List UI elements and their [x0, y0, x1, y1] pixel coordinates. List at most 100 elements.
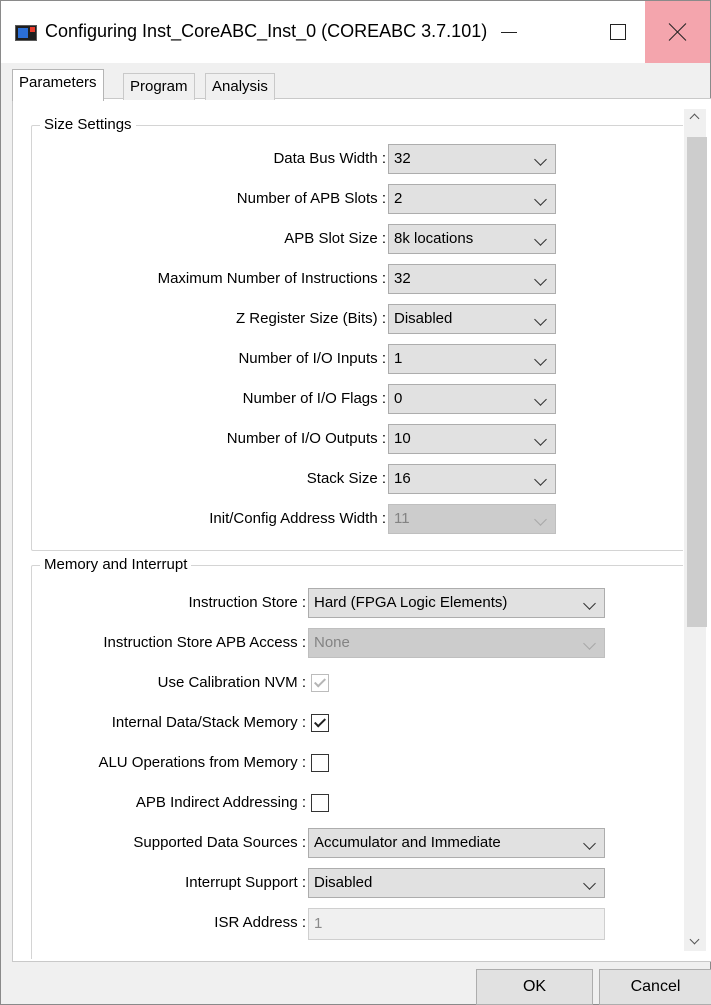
window-title: Configuring Inst_CoreABC_Inst_0 (COREABC… [45, 21, 488, 41]
maximize-button[interactable] [585, 1, 650, 63]
alu-memory-label: ALU Operations from Memory : [98, 754, 306, 771]
memory-interrupt-title: Memory and Interrupt [40, 555, 192, 575]
tab-program[interactable]: Program [123, 73, 195, 100]
max-instructions-row: Maximum Number of Instructions : [32, 264, 386, 294]
stack-size-value: 16 [394, 470, 411, 487]
instruction-store-value: Hard (FPGA Logic Elements) [314, 594, 508, 611]
chevron-down-icon [534, 153, 547, 166]
interrupt-support-select[interactable]: Disabled [308, 868, 605, 898]
apb-indirect-checkbox[interactable] [311, 794, 329, 812]
chevron-down-icon [583, 837, 596, 850]
apb-slots-label: Number of APB Slots : [236, 190, 386, 207]
io-outputs-row: Number of I/O Outputs : [32, 424, 386, 454]
data-bus-width-value: 32 [394, 150, 411, 167]
isr-address-field: 1 [308, 908, 605, 940]
instruction-store-row: Instruction Store : [32, 588, 306, 618]
dialog-window: Configuring Inst_CoreABC_Inst_0 (COREABC… [0, 0, 711, 1005]
data-sources-label: Supported Data Sources : [133, 834, 306, 851]
apb-indirect-row: APB Indirect Addressing : [32, 788, 306, 818]
init-config-row: Init/Config Address Width : [32, 504, 386, 534]
title-bar[interactable]: Configuring Inst_CoreABC_Inst_0 (COREABC… [1, 1, 710, 63]
chevron-down-icon [583, 877, 596, 890]
checkmark-icon [313, 715, 327, 728]
calibration-nvm-row: Use Calibration NVM : [32, 668, 306, 698]
size-settings-title: Size Settings [40, 115, 136, 135]
parameters-scroll-area: Size Settings Data Bus Width : 32 Number… [13, 99, 683, 959]
chevron-down-icon [534, 233, 547, 246]
minimize-icon [500, 31, 517, 33]
alu-memory-row: ALU Operations from Memory : [32, 748, 306, 778]
apb-slots-row: Number of APB Slots : [32, 184, 386, 214]
data-bus-width-label: Data Bus Width : [273, 150, 386, 167]
calibration-nvm-label: Use Calibration NVM : [157, 674, 306, 691]
max-instructions-select[interactable]: 32 [388, 264, 556, 294]
minimize-button[interactable] [476, 1, 541, 63]
chevron-down-icon [534, 393, 547, 406]
cancel-button[interactable]: Cancel [599, 969, 711, 1005]
app-icon [15, 25, 37, 41]
tab-analysis[interactable]: Analysis [205, 73, 275, 100]
data-sources-row: Supported Data Sources : [32, 828, 306, 858]
io-inputs-label: Number of I/O Inputs : [238, 350, 386, 367]
z-register-select[interactable]: Disabled [388, 304, 556, 334]
io-inputs-row: Number of I/O Inputs : [32, 344, 386, 374]
chevron-down-icon [534, 433, 547, 446]
io-flags-select[interactable]: 0 [388, 384, 556, 414]
scrollbar-thumb[interactable] [687, 137, 707, 627]
io-inputs-select[interactable]: 1 [388, 344, 556, 374]
interrupt-support-row: Interrupt Support : [32, 868, 306, 898]
instruction-store-apb-select: None [308, 628, 605, 658]
stack-size-select[interactable]: 16 [388, 464, 556, 494]
apb-slot-size-label: APB Slot Size : [284, 230, 386, 247]
apb-slots-value: 2 [394, 190, 403, 207]
alu-memory-checkbox[interactable] [311, 754, 329, 772]
instruction-store-apb-value: None [314, 634, 350, 651]
scroll-down-icon[interactable] [689, 934, 700, 945]
io-outputs-label: Number of I/O Outputs : [226, 430, 386, 447]
stack-size-row: Stack Size : [32, 464, 386, 494]
scroll-up-icon[interactable] [689, 113, 700, 124]
interrupt-support-label: Interrupt Support : [185, 874, 306, 891]
data-bus-width-select[interactable]: 32 [388, 144, 556, 174]
close-icon [668, 22, 688, 42]
max-instructions-value: 32 [394, 270, 411, 287]
apb-slot-size-select[interactable]: 8k locations [388, 224, 556, 254]
instruction-store-label: Instruction Store : [188, 594, 306, 611]
tab-parameters[interactable]: Parameters [12, 69, 104, 101]
vertical-scrollbar[interactable] [684, 109, 707, 951]
instruction-store-select[interactable]: Hard (FPGA Logic Elements) [308, 588, 605, 618]
chevron-down-icon [534, 353, 547, 366]
io-flags-label: Number of I/O Flags : [242, 390, 386, 407]
checkmark-icon [313, 675, 327, 688]
apb-slots-select[interactable]: 2 [388, 184, 556, 214]
isr-address-row: ISR Address : [32, 908, 306, 938]
isr-address-label: ISR Address : [214, 914, 306, 931]
maximize-icon [609, 24, 626, 40]
data-sources-select[interactable]: Accumulator and Immediate [308, 828, 605, 858]
size-settings-group: Size Settings Data Bus Width : 32 Number… [31, 115, 683, 551]
interrupt-support-value: Disabled [314, 874, 373, 891]
init-config-label: Init/Config Address Width : [209, 510, 386, 527]
apb-slot-size-row: APB Slot Size : [32, 224, 386, 254]
internal-data-row: Internal Data/Stack Memory : [32, 708, 306, 738]
calibration-nvm-checkbox [311, 674, 329, 692]
instruction-store-apb-label: Instruction Store APB Access : [103, 634, 306, 651]
io-outputs-select[interactable]: 10 [388, 424, 556, 454]
chevron-down-icon [534, 193, 547, 206]
io-inputs-value: 1 [394, 350, 403, 367]
z-register-row: Z Register Size (Bits) : [32, 304, 386, 334]
instruction-store-apb-row: Instruction Store APB Access : [32, 628, 306, 658]
init-config-value: 11 [394, 510, 410, 527]
close-button[interactable] [645, 1, 710, 63]
internal-data-checkbox[interactable] [311, 714, 329, 732]
memory-interrupt-group: Memory and Interrupt Instruction Store :… [31, 555, 683, 959]
chevron-down-icon [534, 473, 547, 486]
io-flags-value: 0 [394, 390, 403, 407]
apb-indirect-label: APB Indirect Addressing : [135, 794, 306, 811]
data-bus-width-row: Data Bus Width : [32, 144, 386, 174]
ok-button[interactable]: OK [476, 969, 593, 1005]
data-sources-value: Accumulator and Immediate [314, 834, 501, 851]
apb-slot-size-value: 8k locations [394, 230, 474, 247]
chevron-down-icon [583, 637, 596, 650]
init-config-select: 11 [388, 504, 556, 534]
